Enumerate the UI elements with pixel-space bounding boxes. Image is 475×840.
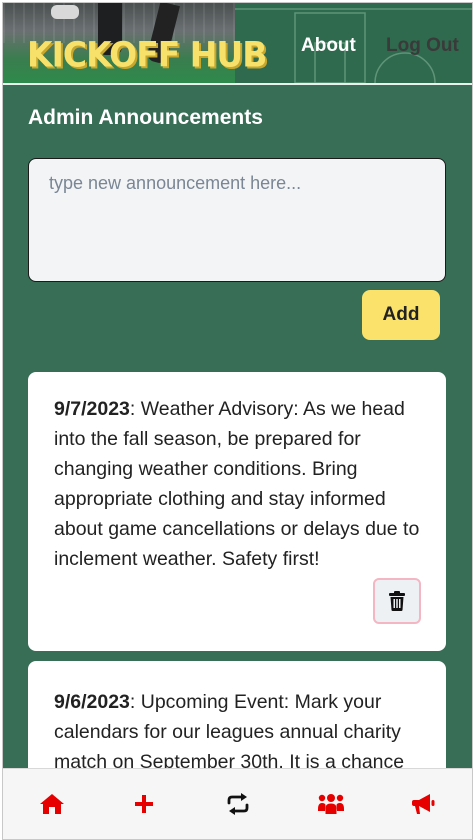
bottom-navigation [3,768,472,839]
megaphone-icon [412,794,435,814]
plus-icon [135,795,153,813]
app-logo[interactable]: KICKOFF HUB [27,34,267,75]
home-icon [40,794,64,814]
announcement-input[interactable] [28,158,446,282]
nav-swap-button[interactable] [223,791,253,817]
page-title: Admin Announcements [28,106,263,129]
nav-logout-link[interactable]: Log Out [386,35,459,57]
add-announcement-button[interactable]: Add [362,290,440,340]
trash-icon [389,591,405,611]
delete-announcement-button[interactable] [373,578,421,624]
announcement-text: 9/6/2023: Upcoming Event: Mark your cale… [54,687,420,777]
announcement-text: 9/7/2023: Weather Advisory: As we head i… [54,394,420,574]
swap-icon [227,793,249,815]
nav-about-link[interactable]: About [301,35,356,57]
announcement-date: 9/7/2023 [54,398,130,420]
nav-teams-button[interactable] [316,791,346,817]
app-frame: KICKOFF HUB About Log Out Admin Announce… [2,2,473,840]
nav-announcements-button[interactable] [408,791,438,817]
announcement-date: 9/6/2023 [54,691,130,713]
users-icon [318,794,344,814]
announcement-card: 9/7/2023: Weather Advisory: As we head i… [28,372,446,651]
nav-home-button[interactable] [37,791,67,817]
nav-add-button[interactable] [129,791,159,817]
app-header: KICKOFF HUB About Log Out [3,3,472,85]
announcement-body: : Weather Advisory: As we head into the … [54,398,420,570]
